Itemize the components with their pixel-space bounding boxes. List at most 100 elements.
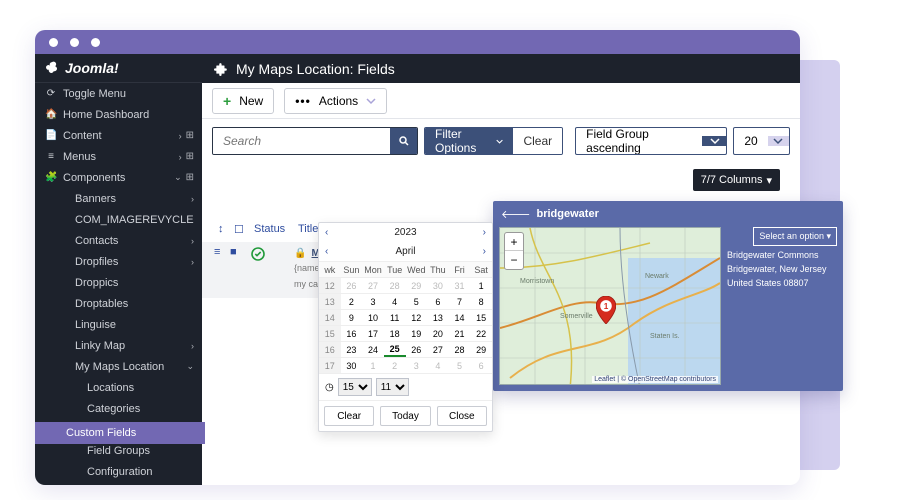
traffic-dot[interactable] [91, 38, 100, 47]
limit-select[interactable]: 20 [733, 127, 790, 155]
actions-button[interactable]: •••Actions [284, 88, 387, 114]
zoom-in-button[interactable]: + [505, 233, 523, 251]
sidebar-item[interactable]: Contacts› [35, 230, 202, 251]
cal-day[interactable]: 4 [384, 293, 406, 309]
cal-day[interactable]: 15 [470, 309, 492, 325]
map-select-option[interactable]: Select an option ▾ [753, 227, 837, 246]
traffic-dot[interactable] [49, 38, 58, 47]
cal-day[interactable]: 6 [427, 293, 449, 309]
map-pin[interactable]: 1 [596, 296, 616, 324]
sidebar-item[interactable]: Linky Map› [35, 335, 202, 356]
cal-day[interactable]: 2 [384, 357, 406, 373]
sort-select[interactable]: Field Group ascending [575, 127, 727, 155]
cal-close-button[interactable]: Close [437, 406, 487, 426]
cal-day[interactable]: 3 [406, 357, 428, 373]
cal-day[interactable]: 8 [470, 293, 492, 309]
dashboard-icon[interactable]: ⊞ [186, 172, 194, 183]
cal-day[interactable]: 24 [362, 341, 384, 357]
cal-prev-year[interactable]: ‹ [325, 227, 328, 238]
cal-day[interactable]: 25 [384, 341, 406, 357]
dashboard-icon[interactable]: ⊞ [186, 130, 194, 141]
cal-day[interactable]: 4 [427, 357, 449, 373]
sidebar-item[interactable]: 📄Content›⊞ [35, 125, 202, 146]
brand-logo[interactable]: Joomla! [35, 54, 202, 83]
sidebar-item[interactable]: My Maps Location⌄ [35, 356, 202, 377]
sidebar-item[interactable]: 🧩Components⌄⊞ [35, 167, 202, 188]
cal-day[interactable]: 2 [341, 293, 363, 309]
cal-day[interactable]: 1 [470, 277, 492, 293]
cal-day[interactable]: 28 [384, 277, 406, 293]
sidebar-item[interactable]: COM_IMAGEREVYCLE [35, 209, 202, 230]
cal-day[interactable]: 28 [449, 341, 471, 357]
new-button[interactable]: +New [212, 88, 274, 114]
cal-day[interactable]: 16 [341, 325, 363, 341]
cal-day[interactable]: 26 [341, 277, 363, 293]
cal-day[interactable]: 9 [341, 309, 363, 325]
cal-day[interactable]: 30 [341, 357, 363, 373]
sidebar-item[interactable]: Linguise [35, 314, 202, 335]
sidebar-item[interactable]: Configuration [35, 461, 202, 482]
cal-day[interactable]: 14 [449, 309, 471, 325]
cal-prev-month[interactable]: ‹ [325, 246, 328, 257]
cal-day[interactable]: 27 [362, 277, 384, 293]
clear-filter-button[interactable]: Clear [513, 128, 562, 154]
sidebar-item[interactable]: Dropfiles› [35, 251, 202, 272]
cal-hour-select[interactable]: 15 [338, 378, 372, 396]
cal-day[interactable]: 20 [427, 325, 449, 341]
sidebar-item[interactable]: Categories [35, 398, 202, 419]
search-button[interactable] [390, 128, 417, 154]
cal-day[interactable]: 29 [406, 277, 428, 293]
cal-day[interactable]: 21 [449, 325, 471, 341]
cal-day[interactable]: 22 [470, 325, 492, 341]
sidebar-item[interactable]: ⟳Toggle Menu [35, 83, 202, 104]
col-order[interactable]: ↕ [214, 221, 230, 238]
cal-today-button[interactable]: Today [380, 406, 430, 426]
row-checkbox[interactable]: ■ [230, 246, 250, 258]
cal-day[interactable]: 6 [470, 357, 492, 373]
cal-month[interactable]: April [395, 246, 415, 257]
cal-day[interactable]: 1 [362, 357, 384, 373]
sidebar-item[interactable]: Locations [35, 377, 202, 398]
cal-next-year[interactable]: › [483, 227, 486, 238]
cal-day[interactable]: 23 [341, 341, 363, 357]
cal-day[interactable]: 13 [427, 309, 449, 325]
cal-day[interactable]: 27 [427, 341, 449, 357]
cal-day[interactable]: 3 [362, 293, 384, 309]
col-status[interactable]: Status [250, 221, 294, 238]
sidebar-active-highlight[interactable]: Custom Fields [35, 422, 205, 444]
cal-day[interactable]: 10 [362, 309, 384, 325]
cal-day[interactable]: 29 [470, 341, 492, 357]
cal-next-month[interactable]: › [483, 246, 486, 257]
cal-day[interactable]: 7 [449, 293, 471, 309]
sidebar-item[interactable]: Droppics [35, 272, 202, 293]
map-pane[interactable]: + − Morristown Somerville Newark Staten … [499, 227, 721, 385]
cal-day[interactable]: 5 [449, 357, 471, 373]
cal-day[interactable]: 12 [406, 309, 428, 325]
columns-toggle[interactable]: 7/7 Columns▾ [693, 169, 780, 191]
cal-day[interactable]: 26 [406, 341, 428, 357]
cal-day[interactable]: 30 [427, 277, 449, 293]
cal-day[interactable]: 5 [406, 293, 428, 309]
cal-clear-button[interactable]: Clear [324, 406, 374, 426]
sidebar-item[interactable]: 🏠Home Dashboard [35, 104, 202, 125]
zoom-out-button[interactable]: − [505, 251, 523, 269]
cal-year[interactable]: 2023 [394, 227, 416, 238]
sidebar-item[interactable]: ≡Menus›⊞ [35, 146, 202, 167]
cal-day[interactable]: 19 [406, 325, 428, 341]
sort-caret[interactable] [702, 136, 727, 146]
traffic-dot[interactable] [70, 38, 79, 47]
filter-options[interactable]: Filter Options Clear [424, 127, 563, 155]
limit-caret[interactable] [768, 136, 789, 146]
sidebar-item[interactable]: Droptables [35, 293, 202, 314]
search-input[interactable] [213, 128, 390, 154]
row-status-published[interactable] [250, 246, 294, 265]
cal-day[interactable]: 31 [449, 277, 471, 293]
back-arrow-icon[interactable]: 🡐 [501, 207, 531, 221]
sidebar-item[interactable]: Banners› [35, 188, 202, 209]
cal-day[interactable]: 11 [384, 309, 406, 325]
col-checkall[interactable]: ☐ [230, 221, 250, 238]
cal-day[interactable]: 18 [384, 325, 406, 341]
cal-minute-select[interactable]: 11 [376, 378, 409, 396]
cal-day[interactable]: 17 [362, 325, 384, 341]
dashboard-icon[interactable]: ⊞ [186, 151, 194, 162]
